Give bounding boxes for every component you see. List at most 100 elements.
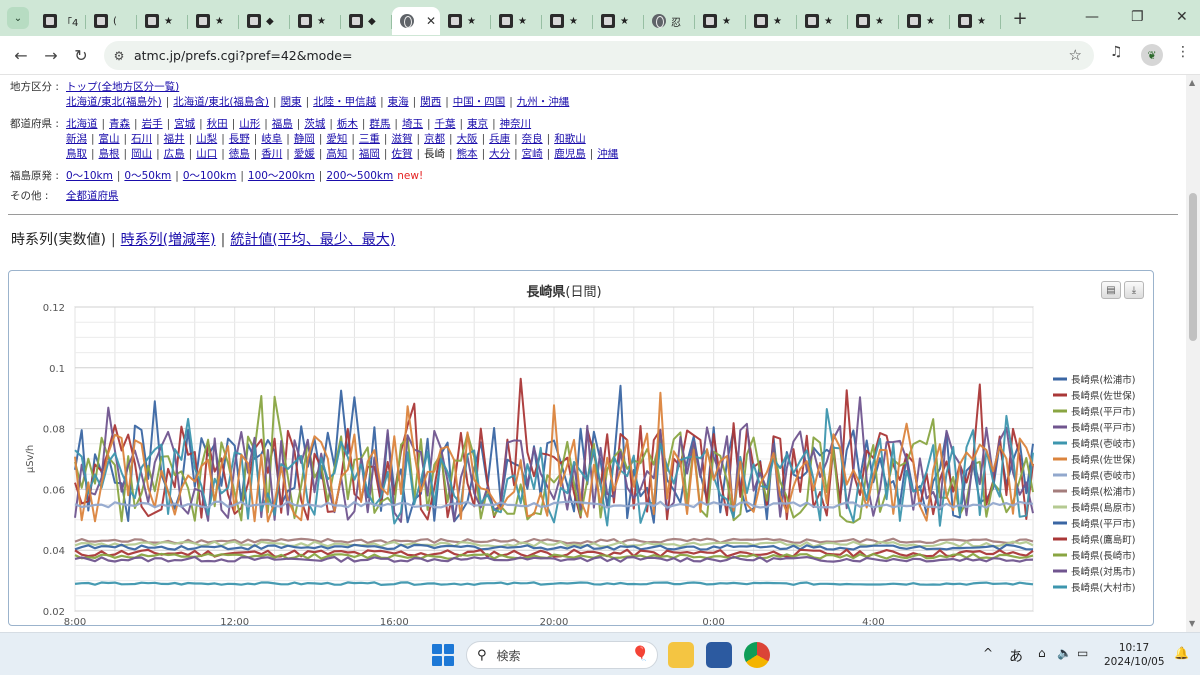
prefs_row1-link[interactable]: 岩手 [142, 118, 163, 130]
tab-18[interactable]: ★ [950, 7, 1001, 35]
media-control-icon[interactable]: ♫ [1110, 44, 1123, 60]
prefs_row1-link[interactable]: 宮城 [174, 118, 195, 130]
close-tab-icon[interactable]: ✕ [426, 14, 436, 28]
prefs_row2-link[interactable]: 大阪 [457, 133, 478, 145]
profile-avatar[interactable]: ❦ [1141, 44, 1163, 66]
prefs_row2-link[interactable]: 新潟 [66, 133, 87, 145]
prefs_row3-link[interactable]: 福岡 [359, 148, 380, 160]
chrome-icon[interactable] [744, 642, 770, 668]
tab-12[interactable]: 忍 [644, 7, 695, 35]
tab-active[interactable]: ✕ [392, 7, 440, 35]
battery-icon[interactable]: ▭ [1077, 646, 1088, 660]
prefs_row1-link[interactable]: 秋田 [207, 118, 228, 130]
prefs_row3-link[interactable]: 岡山 [131, 148, 152, 160]
prefs_row3-link[interactable]: 佐賀 [391, 148, 412, 160]
mode-link-stats[interactable]: 統計値(平均、最少、最大) [230, 232, 395, 248]
prefs_row2-link[interactable]: 富山 [99, 133, 120, 145]
scroll-down-icon[interactable]: ▼ [1189, 619, 1195, 628]
prefs_row2-link[interactable]: 奈良 [522, 133, 543, 145]
prefs_row3-link[interactable]: 徳島 [229, 148, 250, 160]
prefs_row2-link[interactable]: 福井 [164, 133, 185, 145]
prefs_row1-link[interactable]: 東京 [467, 118, 488, 130]
tray-chevron-icon[interactable]: ^ [983, 646, 993, 660]
prefs_row2-link[interactable]: 滋賀 [391, 133, 412, 145]
maximize-button[interactable]: ❐ [1131, 9, 1144, 25]
windows-start-button[interactable] [432, 644, 454, 666]
tab-6[interactable]: ◆ [341, 7, 392, 35]
prefs_row1-link[interactable]: 千葉 [435, 118, 456, 130]
prefs_row3-link[interactable]: 愛媛 [294, 148, 315, 160]
tab-search-button[interactable]: ⌄ [7, 7, 29, 29]
regions-link[interactable]: 北陸・甲信越 [313, 96, 376, 108]
page-scrollbar[interactable]: ▲ ▼ [1186, 75, 1200, 632]
prefs_row1-link[interactable]: 山形 [239, 118, 260, 130]
prefs_row2-link[interactable]: 山梨 [196, 133, 217, 145]
prefs_row3-link[interactable]: 大分 [489, 148, 510, 160]
taskbar-search[interactable]: ⚲ 検索 🎈 [466, 641, 658, 669]
prefs_row3-link[interactable]: 香川 [261, 148, 282, 160]
region-top-link[interactable]: トップ(全地方区分一覧) [66, 81, 179, 93]
regions-link[interactable]: 東海 [388, 96, 409, 108]
prefs_row1-link[interactable]: 青森 [109, 118, 130, 130]
tab-8[interactable]: ★ [440, 7, 491, 35]
tab-1[interactable]: ( [86, 7, 137, 35]
prefs_row1-link[interactable]: 群馬 [369, 118, 390, 130]
tab-2[interactable]: ★ [137, 7, 188, 35]
prefs_row3-link[interactable]: 宮崎 [522, 148, 543, 160]
regions-link[interactable]: 中国・四国 [453, 96, 506, 108]
prefs_row2-link[interactable]: 静岡 [294, 133, 315, 145]
prefs_row1-link[interactable]: 神奈川 [500, 118, 532, 130]
prefs_row2-link[interactable]: 京都 [424, 133, 445, 145]
prefs_row3-link[interactable]: 島根 [99, 148, 120, 160]
prefs_row3-link[interactable]: 沖縄 [597, 148, 618, 160]
close-window-button[interactable]: ✕ [1176, 9, 1188, 25]
prefs_row2-link[interactable]: 兵庫 [489, 133, 510, 145]
reload-button[interactable]: ↻ [66, 46, 96, 65]
fukushima-link[interactable]: 0～50km [124, 170, 171, 182]
tab-3[interactable]: ★ [188, 7, 239, 35]
clock[interactable]: 10:17 2024/10/05 [1104, 641, 1165, 669]
prefs_row1-link[interactable]: 栃木 [337, 118, 358, 130]
prefs_row3-link[interactable]: 広島 [164, 148, 185, 160]
regions-link[interactable]: 北海道/東北(福島外) [66, 96, 162, 108]
volume-icon[interactable]: 🔈 [1057, 646, 1072, 660]
scroll-up-icon[interactable]: ▲ [1189, 78, 1195, 87]
tab-5[interactable]: ★ [290, 7, 341, 35]
print-chart-button[interactable]: ▤ [1101, 281, 1121, 299]
prefs_row3-link[interactable]: 熊本 [457, 148, 478, 160]
regions-link[interactable]: 北海道/東北(福島含) [173, 96, 269, 108]
new-tab-button[interactable]: + [1009, 8, 1031, 29]
tab-16[interactable]: ★ [848, 7, 899, 35]
prefs_row1-link[interactable]: 埼玉 [402, 118, 423, 130]
file-explorer-icon[interactable] [668, 642, 694, 668]
tab-17[interactable]: ★ [899, 7, 950, 35]
tab-0[interactable]: 「4 [35, 7, 86, 35]
tab-9[interactable]: ★ [491, 7, 542, 35]
prefs_row1-link[interactable]: 茨城 [304, 118, 325, 130]
prefs_row2-link[interactable]: 三重 [359, 133, 380, 145]
fukushima-link[interactable]: 100～200km [248, 170, 315, 182]
tab-4[interactable]: ◆ [239, 7, 290, 35]
prefs_row3-link[interactable]: 鳥取 [66, 148, 87, 160]
menu-kebab-icon[interactable]: ⋮ [1176, 44, 1190, 60]
fukushima-link[interactable]: 200～500km [326, 170, 393, 182]
network-icon[interactable]: ⌂ [1038, 646, 1046, 660]
download-chart-button[interactable]: ⤓ [1124, 281, 1144, 299]
back-button[interactable]: ← [6, 46, 36, 65]
tab-11[interactable]: ★ [593, 7, 644, 35]
mode-link-rate[interactable]: 時系列(増減率) [121, 232, 216, 248]
notification-bell-icon[interactable]: 🔔 [1174, 646, 1189, 660]
forward-button[interactable]: → [36, 46, 66, 65]
regions-link[interactable]: 関西 [420, 96, 441, 108]
fukushima-link[interactable]: 0～10km [66, 170, 113, 182]
prefs_row2-link[interactable]: 和歌山 [554, 133, 586, 145]
fukushima-link[interactable]: 0～100km [183, 170, 237, 182]
prefs_row2-link[interactable]: 石川 [131, 133, 152, 145]
prefs_row3-link[interactable]: 高知 [326, 148, 347, 160]
address-bar[interactable]: ⚙ atmc.jp/prefs.cgi?pref=42&mode= ☆ [104, 41, 1094, 70]
tab-14[interactable]: ★ [746, 7, 797, 35]
tab-10[interactable]: ★ [542, 7, 593, 35]
ime-indicator[interactable]: あ [1009, 646, 1023, 666]
regions-link[interactable]: 関東 [281, 96, 302, 108]
notepad-icon[interactable] [706, 642, 732, 668]
